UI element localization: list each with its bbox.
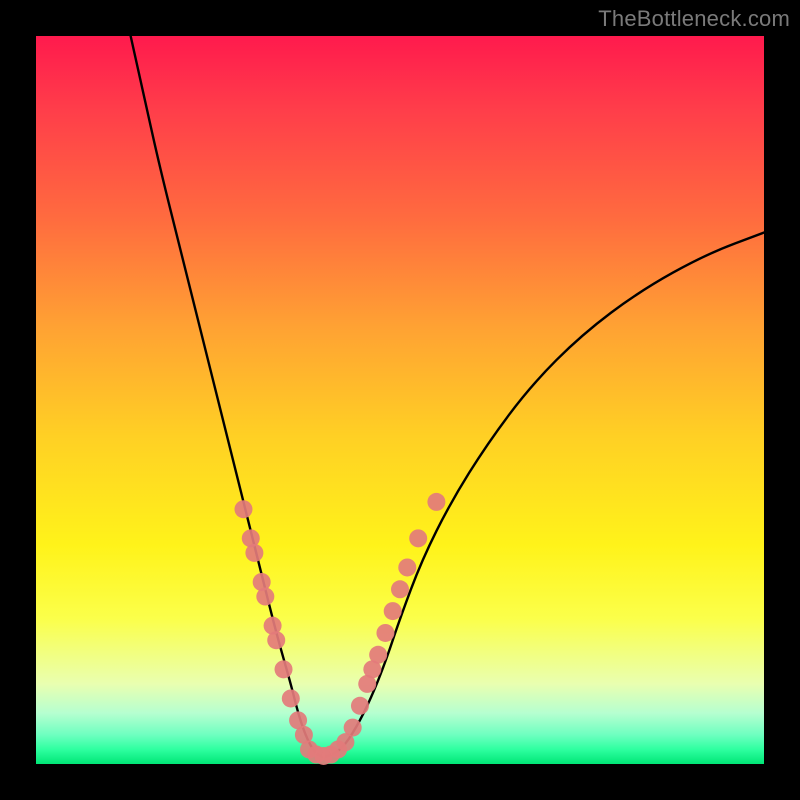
- data-point-marker: [234, 500, 252, 518]
- data-point-marker: [344, 719, 362, 737]
- data-point-marker: [376, 624, 394, 642]
- data-point-marker: [427, 493, 445, 511]
- watermark-text: TheBottleneck.com: [598, 6, 790, 32]
- marker-layer: [234, 493, 445, 765]
- chart-svg: [36, 36, 764, 764]
- data-point-marker: [282, 689, 300, 707]
- data-point-marker: [398, 558, 416, 576]
- data-point-marker: [245, 544, 263, 562]
- data-point-marker: [391, 580, 409, 598]
- data-point-marker: [369, 646, 387, 664]
- data-point-marker: [267, 631, 285, 649]
- data-point-marker: [384, 602, 402, 620]
- data-point-marker: [409, 529, 427, 547]
- bottleneck-curve-path: [131, 36, 764, 757]
- data-point-marker: [351, 697, 369, 715]
- data-point-marker: [275, 660, 293, 678]
- curve-layer: [131, 36, 764, 757]
- chart-frame: TheBottleneck.com: [0, 0, 800, 800]
- data-point-marker: [256, 588, 274, 606]
- plot-area: [36, 36, 764, 764]
